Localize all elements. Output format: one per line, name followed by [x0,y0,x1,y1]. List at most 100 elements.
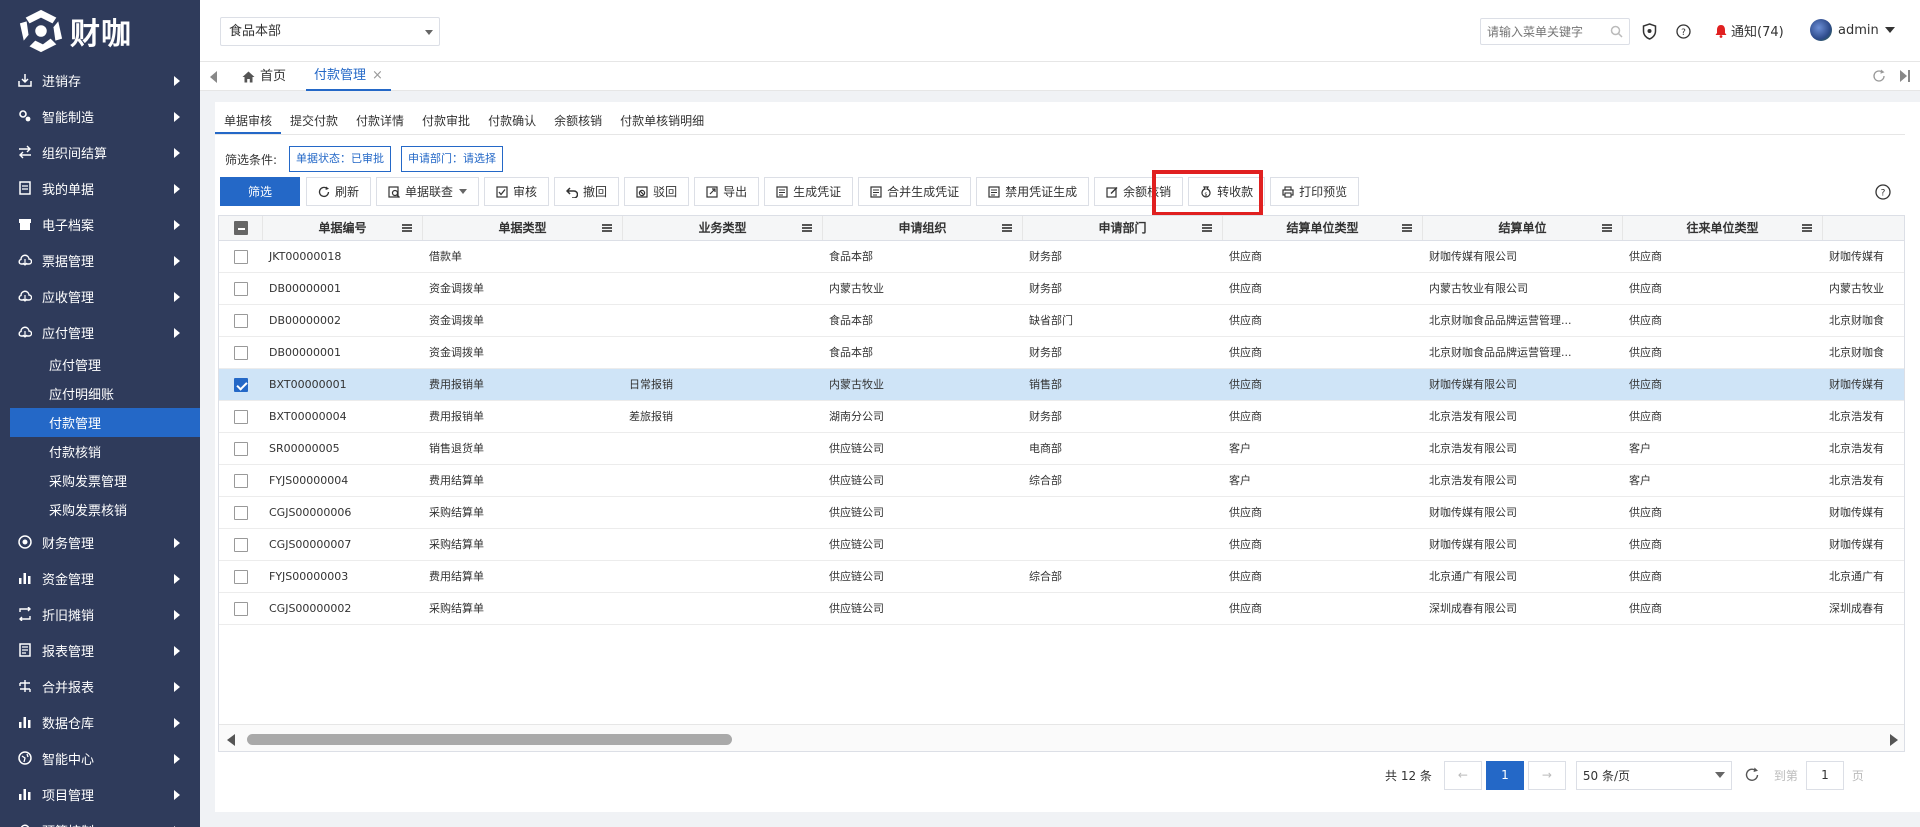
table-row[interactable]: DB00000001 资金调拨单 食品本部 财务部 供应商 北京财咖食品品牌运营管理...… [219,337,1904,369]
row-checkbox[interactable] [234,474,248,488]
subtab[interactable]: 付款详情 [347,108,413,134]
sidebar-subitem[interactable]: 采购发票核销 [0,495,200,524]
scroll-right-icon[interactable] [1890,734,1898,746]
column-menu-icon[interactable] [1002,224,1012,232]
row-select-cell[interactable] [219,401,263,433]
row-select-cell[interactable] [219,465,263,497]
toolbar-button[interactable]: 驳回 [624,177,690,206]
row-checkbox[interactable] [234,314,248,328]
next-page-button[interactable]: → [1527,760,1566,790]
refresh-icon[interactable] [1872,69,1886,83]
table-row[interactable]: DB00000002 资金调拨单 食品本部 缺省部门 供应商 北京财咖食品品牌运营管理..… [219,305,1904,337]
filter-chip-status[interactable]: 单据状态：已审批 [289,146,392,172]
toolbar-button[interactable]: 导出 [694,177,760,206]
sidebar-item[interactable]: 资金管理 [0,560,200,596]
scroll-thumb[interactable] [247,734,732,745]
sidebar-item[interactable]: 财务管理 [0,524,200,560]
toolbar-button[interactable]: 撤回 [554,177,620,206]
sidebar-subitem[interactable]: 应付管理 [0,350,200,379]
sidebar-item[interactable]: 电子档案 [0,206,200,242]
row-select-cell[interactable] [219,497,263,529]
sidebar-subitem[interactable]: 付款核销 [0,437,200,466]
help-icon[interactable]: ? [1676,24,1691,39]
sidebar-subitem[interactable]: 付款管理 [10,408,200,437]
user-menu[interactable]: admin [1810,19,1895,41]
row-select-cell[interactable] [219,561,263,593]
select-all-checkbox[interactable] [233,221,248,235]
toolbar-button[interactable]: 打印预览 [1270,177,1360,206]
row-checkbox[interactable] [234,282,248,296]
sidebar-item[interactable]: 应收管理 [0,278,200,314]
prev-page-button[interactable]: ← [1443,760,1482,790]
row-select-cell[interactable] [219,337,263,369]
page-number-current[interactable]: 1 [1485,760,1524,790]
row-checkbox[interactable] [234,378,248,392]
toolbar-button[interactable]: 生成凭证 [764,177,854,206]
tab-scroll-right-icon[interactable] [1900,70,1910,85]
column-menu-icon[interactable] [1802,224,1812,232]
row-select-cell[interactable] [219,593,263,625]
row-checkbox[interactable] [234,410,248,424]
table-row[interactable]: CGJS00000002 采购结算单 供应链公司 供应商 深圳成春有限公司 供应商 深圳成春… [219,593,1904,625]
row-select-cell[interactable] [219,369,263,401]
table-row[interactable]: SR00000005 销售退货单 供应链公司 电商部 客户 北京浩发有限公司 客户 北京浩发有 [219,433,1904,465]
table-row[interactable]: FYJS00000003 费用结算单 供应链公司 综合部 供应商 北京通广有限公司 供应商 北… [219,561,1904,593]
row-checkbox[interactable] [234,538,248,552]
table-row[interactable]: BXT00000001 费用报销单 日常报销 内蒙古牧业 销售部 供应商 财咖传媒有限公司 供… [219,369,1904,401]
subtab[interactable]: 余额核销 [545,108,611,134]
subtab[interactable]: 付款审批 [413,108,479,134]
table-row[interactable]: JKT00000018 借款单 食品本部 财务部 供应商 财咖传媒有限公司 供应商 财咖传媒有 [219,241,1904,273]
sidebar-item[interactable]: 进销存 [0,62,200,98]
notification[interactable]: 通知(74) [1714,21,1784,40]
column-menu-icon[interactable] [402,224,412,232]
toolbar-button[interactable]: 余额核销 [1094,177,1184,206]
table-row[interactable]: BXT00000004 费用报销单 差旅报销 湖南分公司 财务部 供应商 北京浩发有限公司 供… [219,401,1904,433]
org-select[interactable]: 食品本部 [220,17,440,46]
horizontal-scrollbar[interactable] [219,724,1904,751]
table-row[interactable]: CGJS00000006 采购结算单 供应链公司 供应商 财咖传媒有限公司 供应商 财咖传媒… [219,497,1904,529]
sidebar-item[interactable]: 合并报表 [0,668,200,704]
sidebar-subitem[interactable]: 采购发票管理 [0,466,200,495]
sidebar-item[interactable]: 组织间结算 [0,134,200,170]
sidebar-item[interactable]: 报表管理 [0,632,200,668]
toolbar-button[interactable]: 禁用凭证生成 [976,177,1090,206]
subtab[interactable]: 提交付款 [281,108,347,134]
column-menu-icon[interactable] [802,224,812,232]
row-checkbox[interactable] [234,250,248,264]
menu-search-input[interactable] [1487,19,1611,44]
row-checkbox[interactable] [234,442,248,456]
table-row[interactable]: DB00000001 资金调拨单 内蒙古牧业 财务部 供应商 内蒙古牧业有限公司 供应商 内蒙… [219,273,1904,305]
filter-button[interactable]: 筛选 [220,177,300,206]
sidebar-item[interactable]: 票据管理 [0,242,200,278]
row-select-cell[interactable] [219,529,263,561]
sidebar-item[interactable]: 折旧摊销 [0,596,200,632]
tab-scroll-left-icon[interactable] [210,71,217,83]
sidebar-item[interactable]: 项目管理 [0,776,200,812]
column-menu-icon[interactable] [1402,224,1412,232]
help-icon[interactable]: ? [1875,184,1891,200]
header-select-all[interactable] [219,216,263,240]
menu-search[interactable] [1480,18,1630,45]
toolbar-button[interactable]: $ 转收款 [1188,177,1266,206]
sidebar-item[interactable]: 应付管理 [0,314,200,350]
subtab[interactable]: 付款单核销明细 [611,108,713,134]
toolbar-button[interactable]: 单据联查 [376,177,480,206]
close-icon[interactable]: × [372,68,383,83]
search-icon[interactable] [1610,25,1623,38]
subtab[interactable]: 单据审核 [215,108,282,134]
column-menu-icon[interactable] [602,224,612,232]
row-checkbox[interactable] [234,346,248,360]
sidebar-item[interactable]: 智能中心 [0,740,200,776]
sidebar-item[interactable]: 我的单据 [0,170,200,206]
sidebar-item[interactable]: 智能制造 [0,98,200,134]
row-checkbox[interactable] [234,602,248,616]
table-row[interactable]: FYJS00000004 费用结算单 供应链公司 综合部 客户 北京浩发有限公司 客户 北京浩… [219,465,1904,497]
row-select-cell[interactable] [219,273,263,305]
tab-home[interactable]: 首页 [242,62,286,91]
sidebar-item[interactable]: 预算控制 [0,812,200,827]
row-select-cell[interactable] [219,305,263,337]
subtab[interactable]: 付款确认 [479,108,545,134]
row-select-cell[interactable] [219,433,263,465]
row-checkbox[interactable] [234,506,248,520]
table-row[interactable]: CGJS00000007 采购结算单 供应链公司 供应商 财咖传媒有限公司 供应商 财咖传媒… [219,529,1904,561]
